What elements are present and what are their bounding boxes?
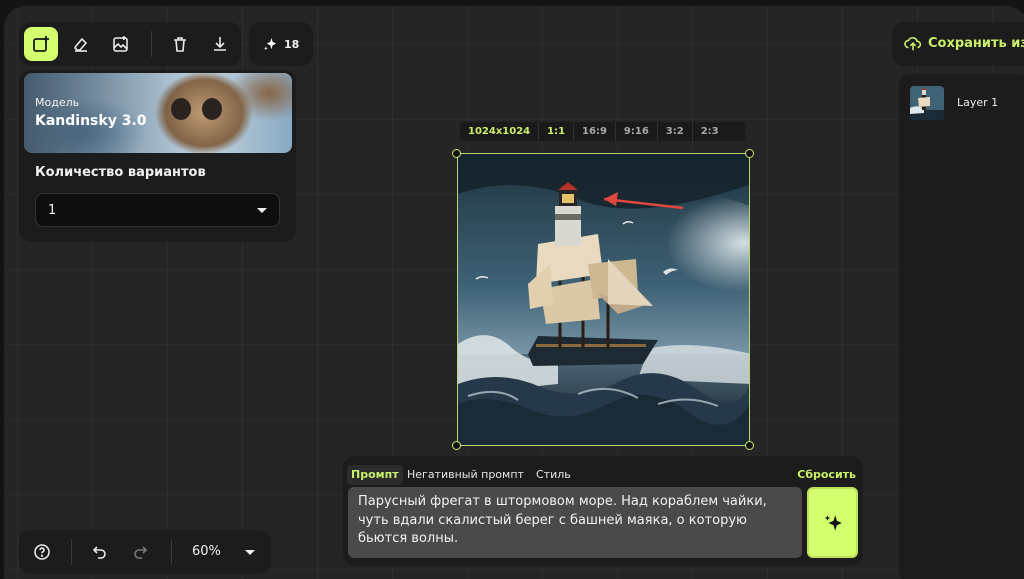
credits-badge[interactable]: 18 bbox=[249, 22, 313, 66]
variants-value: 1 bbox=[48, 203, 57, 218]
undo-icon[interactable] bbox=[91, 543, 109, 561]
add-image-button[interactable] bbox=[24, 27, 58, 61]
layer-thumbnail-image bbox=[910, 86, 944, 120]
download-button[interactable] bbox=[203, 27, 237, 61]
chevron-down-icon[interactable] bbox=[245, 550, 255, 555]
resize-handle-bottom-right[interactable] bbox=[745, 441, 754, 450]
add-image-icon bbox=[33, 36, 49, 52]
download-icon bbox=[214, 37, 226, 51]
sparkle-icon bbox=[824, 514, 842, 531]
toolbar-divider bbox=[151, 31, 152, 57]
variants-label: Количество вариантов bbox=[35, 165, 206, 180]
tool-panel bbox=[19, 22, 241, 66]
generate-button[interactable] bbox=[807, 487, 858, 558]
tab-style[interactable]: Стиль bbox=[532, 465, 575, 485]
aspect-ratio-bar: 1024x1024 1:1 16:9 9:16 3:2 2:3 bbox=[460, 122, 745, 141]
ratio-option-9-16[interactable]: 9:16 bbox=[614, 122, 657, 141]
eraser-button[interactable] bbox=[64, 27, 98, 61]
prompt-textarea[interactable]: Парусный фрегат в штормовом море. Над ко… bbox=[348, 487, 802, 558]
bottom-toolbar: 60% bbox=[19, 530, 271, 574]
toolbar-divider bbox=[71, 539, 72, 565]
zoom-level[interactable]: 60% bbox=[192, 544, 221, 559]
trash-icon bbox=[174, 37, 186, 52]
resize-handle-bottom-left[interactable] bbox=[452, 441, 461, 450]
help-icon[interactable] bbox=[33, 543, 51, 561]
credits-count: 18 bbox=[284, 38, 300, 51]
cloud-upload-icon bbox=[904, 36, 922, 51]
chevron-down-icon bbox=[257, 208, 267, 213]
ratio-option-3-2[interactable]: 3:2 bbox=[656, 122, 692, 141]
layer-name[interactable]: Layer 1 bbox=[957, 96, 998, 109]
resize-handle-top-left[interactable] bbox=[452, 149, 461, 158]
model-name: Kandinsky 3.0 bbox=[35, 113, 147, 129]
ratio-option-16-9[interactable]: 16:9 bbox=[573, 122, 615, 141]
reset-button[interactable]: Сбросить bbox=[797, 465, 856, 485]
model-card[interactable]: Модель Kandinsky 3.0 bbox=[24, 73, 292, 153]
resize-handle-top-right[interactable] bbox=[745, 149, 754, 158]
variants-select[interactable]: 1 bbox=[35, 193, 280, 227]
tab-prompt[interactable]: Промпт bbox=[347, 465, 403, 485]
ratio-option-1-1[interactable]: 1:1 bbox=[538, 122, 573, 141]
prompt-panel: Промпт Негативный промпт Стиль Сбросить … bbox=[343, 456, 863, 566]
image-edit-icon bbox=[113, 36, 128, 52]
save-changes-label: Сохранить изм bbox=[928, 36, 1024, 51]
tab-negative-prompt[interactable]: Негативный промпт bbox=[403, 465, 528, 485]
size-readout: 1024x1024 bbox=[468, 126, 531, 137]
eraser-icon bbox=[74, 37, 88, 52]
ship-artwork bbox=[458, 154, 749, 445]
ratio-option-2-3[interactable]: 2:3 bbox=[691, 122, 727, 141]
redo-icon[interactable] bbox=[131, 543, 149, 561]
model-label: Модель bbox=[35, 96, 80, 109]
sparkle-icon bbox=[263, 37, 277, 51]
image-edit-button[interactable] bbox=[104, 27, 138, 61]
save-changes-button[interactable]: Сохранить изм bbox=[892, 22, 1024, 66]
layer-thumbnail[interactable] bbox=[910, 86, 944, 120]
toolbar-divider bbox=[171, 539, 172, 565]
delete-button[interactable] bbox=[163, 27, 197, 61]
layers-panel: Layer 1 bbox=[899, 74, 1024, 579]
generated-image[interactable] bbox=[457, 153, 750, 446]
